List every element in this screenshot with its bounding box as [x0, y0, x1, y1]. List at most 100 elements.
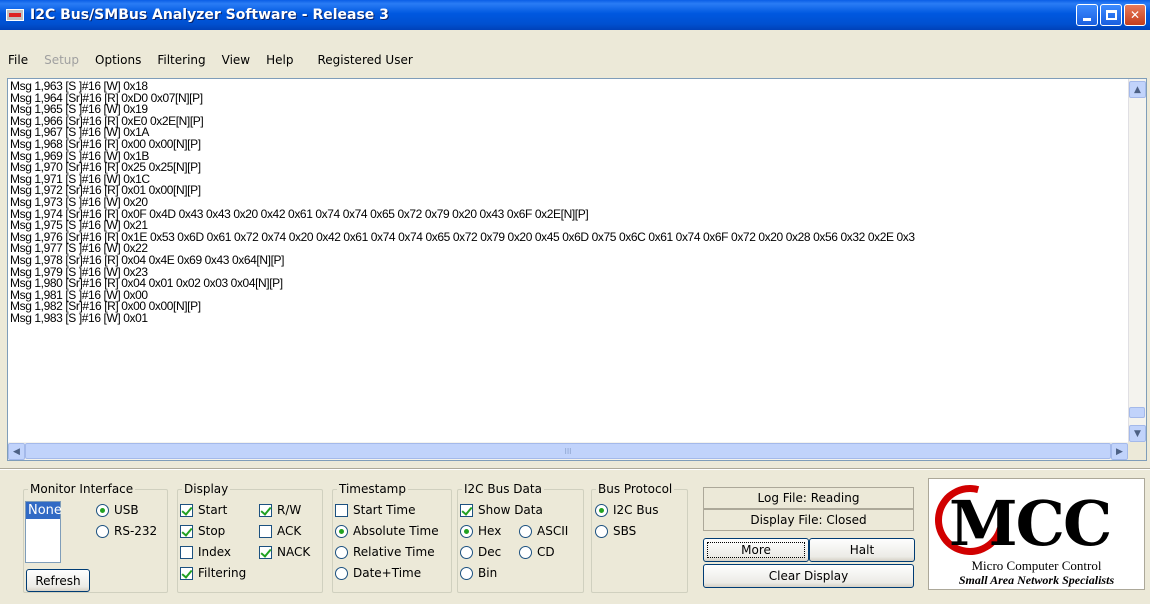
interface-listbox[interactable]: None	[25, 501, 62, 563]
stop-label: Stop	[198, 524, 226, 538]
bin-radio[interactable]: Bin	[460, 566, 497, 580]
log-line: Msg 1,974 [Sr]#16 [R] 0x0F 0x4D 0x43 0x4…	[10, 206, 589, 221]
scroll-corner	[1128, 442, 1146, 460]
filtering-checkbox[interactable]: Filtering	[180, 566, 246, 580]
usb-radio[interactable]: USB	[96, 503, 139, 517]
logo-company: Micro Computer Control	[971, 558, 1102, 573]
stop-checkbox[interactable]: Stop	[180, 524, 225, 538]
i2c-bus-data-title: I2C Bus Data	[462, 482, 544, 496]
log-line: Msg 1,972 [Sr]#16 [R] 0x01 0x00[N][P]	[10, 183, 201, 198]
refresh-button[interactable]: Refresh	[26, 569, 90, 592]
horizontal-scroll-thumb[interactable]: III	[25, 443, 1111, 459]
log-line: Msg 1,968 [Sr]#16 [R] 0x00 0x00[N][P]	[10, 136, 201, 151]
start-checkbox[interactable]: Start	[180, 503, 227, 517]
show-data-checkbox[interactable]: Show Data	[460, 503, 543, 517]
radio-icon	[96, 524, 109, 538]
ack-checkbox[interactable]: ACK	[259, 524, 301, 538]
menu-file[interactable]: File	[0, 53, 36, 67]
interface-list-item[interactable]: None	[26, 502, 62, 519]
bin-label: Bin	[478, 566, 498, 580]
radio-icon	[335, 566, 348, 580]
display-title: Display	[182, 482, 231, 496]
vertical-scrollbar[interactable]: ▲ ▼	[1128, 79, 1146, 442]
start-time-checkbox[interactable]: Start Time	[335, 503, 416, 517]
ascii-label: ASCII	[537, 524, 569, 538]
app-icon	[6, 9, 24, 21]
checkbox-icon	[180, 503, 193, 517]
menu-filtering[interactable]: Filtering	[149, 53, 213, 67]
title-bar[interactable]: I2C Bus/SMBus Analyzer Software - Releas…	[0, 0, 1150, 30]
vertical-scroll-thumb[interactable]	[1129, 407, 1145, 418]
monitor-interface-title: Monitor Interface	[28, 482, 136, 496]
relative-time-radio[interactable]: Relative Time	[335, 545, 435, 559]
menu-registered-user[interactable]: Registered User	[309, 53, 420, 67]
absolute-time-radio[interactable]: Absolute Time	[335, 524, 439, 538]
rs232-radio[interactable]: RS-232	[96, 524, 157, 538]
cd-radio[interactable]: CD	[519, 545, 555, 559]
chevron-up-icon: ▲	[1134, 84, 1141, 95]
log-line: Msg 1,982 [Sr]#16 [R] 0x00 0x00[N][P]	[10, 299, 201, 314]
radio-icon	[460, 524, 473, 538]
mcc-logo: MCC Micro Computer Control Small Area Ne…	[922, 472, 1145, 590]
log-line: Msg 1,980 [Sr]#16 [R] 0x04 0x01 0x02 0x0…	[10, 276, 283, 291]
logo-tagline: Small Area Network Specialists	[958, 573, 1115, 587]
nack-checkbox[interactable]: NACK	[259, 545, 310, 559]
ack-label: ACK	[277, 524, 302, 538]
halt-button[interactable]: Halt	[809, 538, 915, 562]
radio-icon	[335, 524, 348, 538]
minimize-icon	[1083, 17, 1091, 21]
sbs-radio[interactable]: SBS	[595, 524, 636, 538]
message-log[interactable]: Msg 1,963 [S ]#16 [W] 0x18 Msg 1,964 [Sr]…	[7, 78, 1147, 461]
radio-icon	[96, 503, 109, 517]
chevron-left-icon: ◀	[13, 446, 20, 457]
start-time-label: Start Time	[353, 503, 416, 517]
radio-icon	[519, 524, 532, 538]
dec-label: Dec	[478, 545, 502, 559]
log-line: Msg 1,978 [Sr]#16 [R] 0x04 0x4E 0x69 0x4…	[10, 252, 285, 267]
chevron-down-icon: ▼	[1134, 428, 1141, 439]
scroll-up-button[interactable]: ▲	[1129, 81, 1146, 98]
menu-options[interactable]: Options	[87, 53, 149, 67]
checkbox-icon	[259, 545, 272, 559]
log-line: Msg 1,970 [Sr]#16 [R] 0x25 0x25[N][P]	[10, 160, 201, 175]
menu-view[interactable]: View	[214, 53, 258, 67]
close-button[interactable]: ✕	[1124, 4, 1146, 26]
horizontal-scrollbar[interactable]: ◀ III ▶	[8, 442, 1128, 460]
log-line: Msg 1,983 [S ]#16 [W] 0x01	[10, 310, 148, 325]
filtering-label: Filtering	[198, 566, 247, 580]
start-label: Start	[198, 503, 228, 517]
checkbox-icon	[180, 545, 193, 559]
hex-radio[interactable]: Hex	[460, 524, 501, 538]
i2c-bus-radio[interactable]: I2C Bus	[595, 503, 658, 517]
sbs-label: SBS	[613, 524, 637, 538]
window-title: I2C Bus/SMBus Analyzer Software - Releas…	[30, 7, 389, 23]
log-line: Msg 1,964 [Sr]#16 [R] 0xD0 0x07[N][P]	[10, 90, 203, 105]
scroll-left-button[interactable]: ◀	[8, 443, 25, 460]
panel-divider	[0, 468, 1150, 470]
rw-label: R/W	[277, 503, 302, 517]
minimize-button[interactable]	[1076, 4, 1098, 26]
checkbox-icon	[259, 524, 272, 538]
hex-label: Hex	[478, 524, 502, 538]
radio-icon	[519, 545, 532, 559]
scroll-down-button[interactable]: ▼	[1129, 425, 1146, 442]
menu-setup: Setup	[44, 53, 80, 67]
menu-help[interactable]: Help	[258, 53, 301, 67]
dec-radio[interactable]: Dec	[460, 545, 501, 559]
display-file-status: Display File: Closed	[703, 509, 914, 531]
grip-label: III	[564, 446, 572, 456]
scroll-right-button[interactable]: ▶	[1111, 443, 1128, 460]
radio-icon	[335, 545, 348, 559]
rw-checkbox[interactable]: R/W	[259, 503, 301, 517]
more-button[interactable]: More	[703, 538, 809, 562]
logo-mark: MCC	[949, 487, 1112, 560]
ascii-radio[interactable]: ASCII	[519, 524, 568, 538]
log-line: Msg 1,966 [Sr]#16 [R] 0xE0 0x2E[N][P]	[10, 113, 204, 128]
clear-display-button[interactable]: Clear Display	[703, 564, 914, 588]
index-checkbox[interactable]: Index	[180, 545, 231, 559]
checkbox-icon	[335, 503, 348, 517]
maximize-button[interactable]	[1100, 4, 1122, 26]
i2c-bus-label: I2C Bus	[613, 503, 659, 517]
date-time-radio[interactable]: Date+Time	[335, 566, 421, 580]
checkbox-icon	[180, 524, 193, 538]
